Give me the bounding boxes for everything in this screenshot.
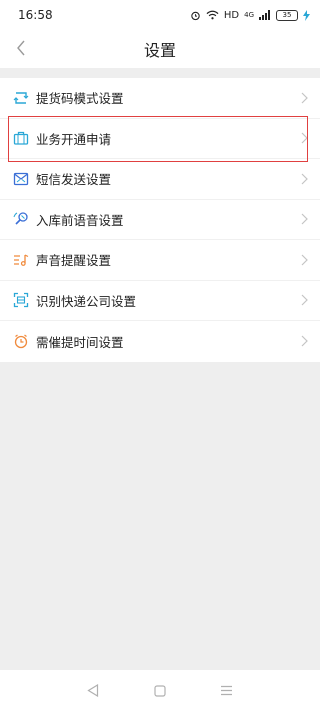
setting-sound-reminder[interactable]: 声音提醒设置 [0, 240, 320, 281]
page-title: 设置 [143, 41, 176, 60]
nav-menu-button[interactable] [215, 679, 239, 703]
menu-icon [221, 685, 233, 696]
charging-icon [303, 9, 310, 21]
chevron-left-icon [17, 40, 25, 56]
setting-label: 提货码模式设置 [36, 91, 124, 107]
battery-indicator: 35 [276, 9, 298, 21]
setting-courier-recognition[interactable]: 识别快递公司设置 [0, 281, 320, 321]
signal-icon [259, 10, 270, 20]
status-icons: HD 4G 35 [190, 9, 310, 21]
setting-business-application[interactable]: 业务开通申请 [0, 119, 320, 159]
battery-level: 35 [282, 10, 292, 19]
setting-pickup-code-mode[interactable]: 提货码模式设置 [0, 78, 320, 119]
setting-pre-storage-voice[interactable]: 入库前语音设置 [0, 200, 320, 240]
section-divider [0, 68, 320, 78]
square-home-icon [154, 684, 166, 697]
setting-label: 业务开通申请 [36, 131, 112, 147]
wifi-icon [206, 10, 219, 20]
alarm-icon [191, 11, 200, 20]
status-time: 16:58 [18, 8, 53, 22]
nav-back-button[interactable] [81, 679, 105, 703]
voice-icon [12, 210, 30, 228]
settings-list: 提货码模式设置 业务开通申请 短信发送设置 入库前语音设置 声音提醒设置 识别快… [0, 78, 320, 362]
setting-label: 识别快递公司设置 [36, 293, 137, 309]
chevron-right-icon [301, 213, 308, 225]
system-nav-bar [0, 670, 320, 711]
setting-sms-sending[interactable]: 短信发送设置 [0, 159, 320, 200]
chevron-right-icon [301, 294, 308, 306]
chevron-right-icon [301, 132, 308, 144]
sound-icon [12, 251, 30, 269]
chevron-right-icon [301, 335, 308, 347]
network-label: HD [223, 9, 240, 21]
setting-label: 需催提时间设置 [36, 334, 124, 350]
back-button[interactable] [9, 36, 33, 60]
chevron-right-icon [301, 254, 308, 266]
clock-icon [12, 332, 30, 350]
sms-icon [12, 170, 30, 188]
setting-label: 入库前语音设置 [36, 212, 124, 228]
setting-reminder-time[interactable]: 需催提时间设置 [0, 321, 320, 362]
chevron-right-icon [301, 173, 308, 185]
briefcase-icon [12, 129, 30, 147]
swap-icon [12, 89, 30, 107]
chevron-right-icon [301, 92, 308, 104]
nav-home-button[interactable] [148, 679, 172, 703]
signal-label: 4G [244, 11, 254, 19]
status-bar: 16:58 HD 4G 35 [0, 0, 320, 30]
triangle-back-icon [87, 684, 99, 697]
setting-label: 短信发送设置 [36, 172, 112, 188]
setting-label: 声音提醒设置 [36, 253, 112, 269]
app-header: 设置 [0, 30, 320, 68]
scan-icon [12, 291, 30, 309]
